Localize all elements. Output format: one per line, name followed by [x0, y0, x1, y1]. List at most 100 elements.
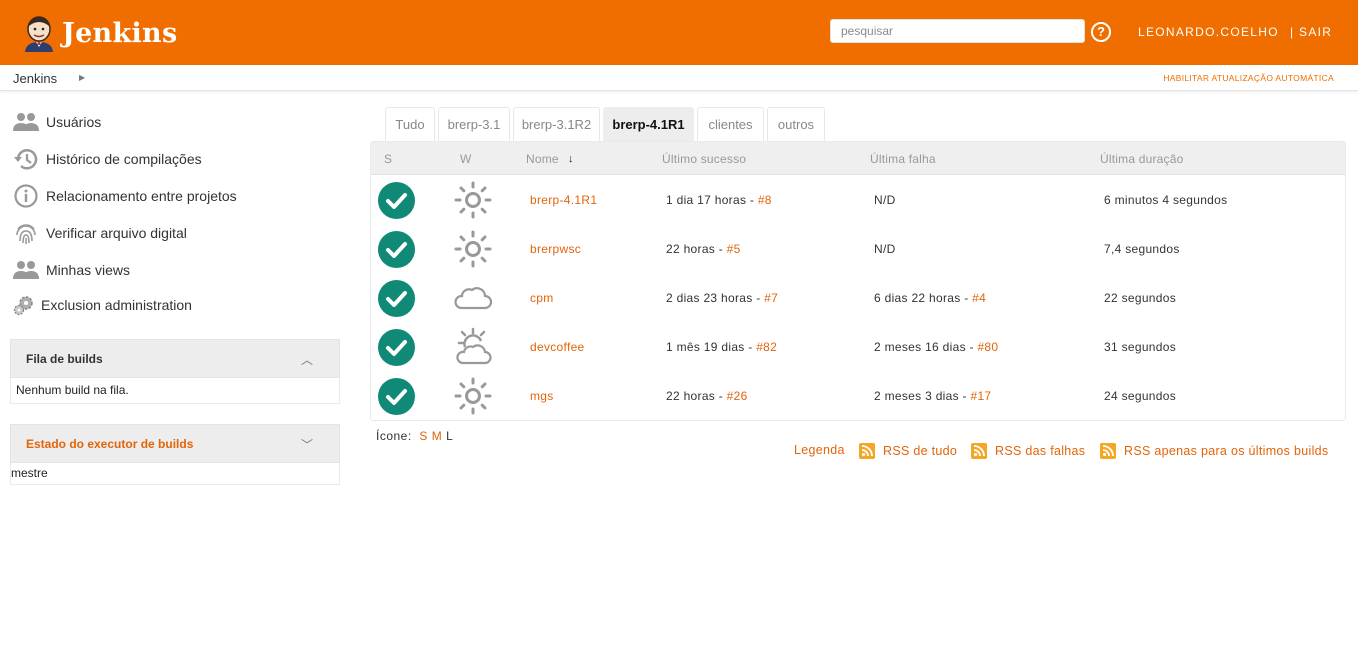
last-failure-cell: 2 meses 16 dias - #80 — [874, 340, 998, 354]
partly-cloudy-icon[interactable] — [453, 327, 493, 367]
sidebar-item-exclusion-administration[interactable]: Exclusion administration — [13, 292, 192, 318]
projects-table: S W Nome ↓ Último sucesso Última falha Ú… — [370, 141, 1346, 421]
cloudy-icon[interactable] — [453, 278, 493, 318]
build-link[interactable]: #5 — [727, 242, 741, 256]
jenkins-logo[interactable]: Jenkins — [22, 14, 177, 52]
job-link[interactable]: devcoffee — [530, 340, 585, 354]
last-failure-time: 6 dias 22 horas - — [874, 291, 969, 305]
success-status-icon[interactable] — [378, 329, 415, 366]
build-link[interactable]: #82 — [756, 340, 777, 354]
sidebar-item-fingerprint[interactable]: Verificar arquivo digital — [13, 220, 187, 246]
column-last-failure[interactable]: Última falha — [870, 152, 936, 166]
column-last-success[interactable]: Último sucesso — [662, 152, 746, 166]
breadcrumb-root[interactable]: Jenkins — [13, 71, 57, 86]
logout-link[interactable]: | SAIR — [1290, 25, 1332, 39]
job-link[interactable]: brerpwsc — [530, 242, 581, 256]
build-queue-body: Nenhum build na fila. — [10, 378, 340, 404]
info-icon — [13, 183, 39, 209]
build-link[interactable]: #80 — [977, 340, 998, 354]
column-status[interactable]: S — [384, 152, 392, 166]
build-link[interactable]: #17 — [970, 389, 991, 403]
last-success-cell: 1 dia 17 horas - #8 — [666, 193, 772, 207]
executors-body: mestre — [10, 463, 340, 485]
last-failure-cell: N/D — [874, 242, 896, 256]
tab-clientes[interactable]: clientes — [697, 107, 764, 141]
last-failure-time: N/D — [874, 242, 896, 256]
tab-brerp-3-1[interactable]: brerp-3.1 — [438, 107, 510, 141]
success-status-icon[interactable] — [378, 231, 415, 268]
sidebar-item-label: Relacionamento entre projetos — [46, 188, 237, 204]
last-duration-cell: 24 segundos — [1104, 389, 1177, 403]
table-row: cpm 2 dias 23 horas - #7 6 dias 22 horas… — [371, 274, 1345, 323]
breadcrumb: Jenkins ▶ HABILITAR ATUALIZAÇÃO AUTOMÁTI… — [0, 65, 1358, 91]
table-row: devcoffee 1 mês 19 dias - #82 2 meses 16… — [371, 323, 1345, 372]
rss-failures-link[interactable]: RSS das falhas — [971, 443, 1085, 459]
sidebar-item-my-views[interactable]: Minhas views — [13, 257, 130, 283]
rss-all-link[interactable]: RSS de tudo — [859, 443, 957, 459]
last-failure-cell: 2 meses 3 dias - #17 — [874, 389, 991, 403]
last-failure-time: N/D — [874, 193, 896, 207]
chevron-down-icon[interactable]: ﹀ — [301, 436, 313, 453]
build-link[interactable]: #8 — [758, 193, 772, 207]
icon-size-m[interactable]: M — [432, 429, 443, 443]
gears-icon — [13, 292, 35, 318]
last-duration-cell: 6 minutos 4 segundos — [1104, 193, 1228, 207]
build-queue-empty: Nenhum build na fila. — [16, 383, 129, 397]
column-weather[interactable]: W — [460, 152, 472, 166]
tab-outros[interactable]: outros — [767, 107, 825, 141]
sunny-icon[interactable] — [453, 180, 493, 220]
sidebar-item-users[interactable]: Usuários — [13, 109, 101, 135]
breadcrumb-chevron-icon[interactable]: ▶ — [79, 73, 85, 82]
build-queue-header[interactable]: Fila de builds ︿ — [10, 339, 340, 378]
tab-brerp-4-1r1[interactable]: brerp-4.1R1 — [603, 107, 694, 141]
auto-refresh-link[interactable]: HABILITAR ATUALIZAÇÃO AUTOMÁTICA — [1163, 73, 1334, 83]
jenkins-butler-icon — [25, 16, 53, 52]
executor-node[interactable]: mestre — [11, 466, 48, 480]
legend-link[interactable]: Legenda — [794, 443, 845, 457]
table-row: brerpwsc 22 horas - #5 N/D 7,4 segundos — [371, 225, 1345, 274]
table-header: S W Nome ↓ Último sucesso Última falha Ú… — [371, 142, 1345, 175]
success-status-icon[interactable] — [378, 378, 415, 415]
sidebar-item-label: Histórico de compilações — [46, 151, 202, 167]
build-link[interactable]: #7 — [764, 291, 778, 305]
rss-latest-link[interactable]: RSS apenas para os últimos builds — [1100, 443, 1328, 459]
sidebar-item-project-relationship[interactable]: Relacionamento entre projetos — [13, 183, 237, 209]
search-input[interactable] — [830, 19, 1085, 43]
executors-title[interactable]: Estado do executor de builds — [26, 437, 193, 451]
success-status-icon[interactable] — [378, 182, 415, 219]
rss-all-label: RSS de tudo — [883, 444, 958, 458]
app-title: Jenkins — [62, 17, 178, 49]
sidebar-item-label: Exclusion administration — [41, 297, 192, 313]
executors-header[interactable]: Estado do executor de builds ﹀ — [10, 424, 340, 463]
rss-icon — [971, 443, 987, 459]
job-link[interactable]: mgs — [530, 389, 554, 403]
column-last-duration[interactable]: Última duração — [1100, 152, 1184, 166]
icon-size-label: Ícone: — [376, 429, 412, 443]
help-icon[interactable]: ? — [1091, 22, 1111, 42]
last-failure-cell: 6 dias 22 horas - #4 — [874, 291, 986, 305]
sidebar-item-label: Minhas views — [46, 262, 131, 278]
icon-size-s[interactable]: S — [419, 429, 428, 443]
job-link[interactable]: cpm — [530, 291, 554, 305]
sunny-icon[interactable] — [453, 229, 493, 269]
rss-icon — [859, 443, 875, 459]
tab-tudo[interactable]: Tudo — [385, 107, 435, 141]
sidebar-item-build-history[interactable]: Histórico de compilações — [13, 146, 202, 172]
build-link[interactable]: #4 — [972, 291, 986, 305]
job-link[interactable]: brerp-4.1R1 — [530, 193, 597, 207]
chevron-up-icon[interactable]: ︿ — [301, 351, 313, 368]
table-row: mgs 22 horas - #26 2 meses 3 dias - #17 … — [371, 372, 1345, 421]
user-link[interactable]: LEONARDO.COELHO — [1138, 25, 1279, 39]
sidebar-item-label: Verificar arquivo digital — [46, 225, 187, 241]
build-link[interactable]: #26 — [727, 389, 748, 403]
sidebar-item-label: Usuários — [46, 114, 102, 130]
last-duration-cell: 7,4 segundos — [1104, 242, 1180, 256]
history-icon — [13, 146, 39, 172]
success-status-icon[interactable] — [378, 280, 415, 317]
column-name[interactable]: Nome — [526, 152, 559, 166]
tab-brerp-3-1r2[interactable]: brerp-3.1R2 — [513, 107, 600, 141]
sunny-icon[interactable] — [453, 376, 493, 416]
build-queue-title: Fila de builds — [26, 352, 103, 366]
last-success-cell: 1 mês 19 dias - #82 — [666, 340, 777, 354]
sort-arrow-icon[interactable]: ↓ — [568, 153, 574, 165]
